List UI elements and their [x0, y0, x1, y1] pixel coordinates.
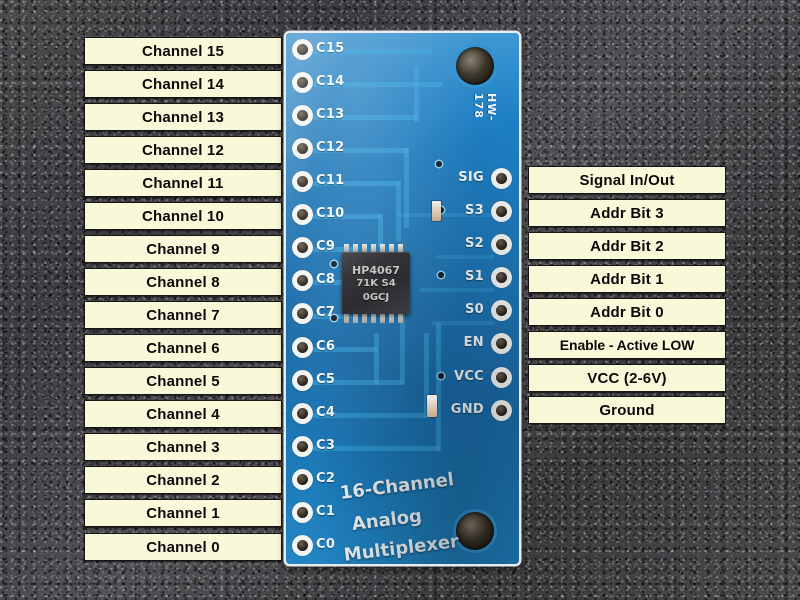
right-label-addr-bit-1: Addr Bit 1 [528, 265, 726, 293]
pad-en[interactable] [491, 333, 512, 354]
right-label-vcc: VCC (2-6V) [528, 364, 726, 392]
left-label-channel-13: Channel 13 [84, 103, 282, 131]
left-label-channel-15: Channel 15 [84, 37, 282, 65]
pin-label-s2: S2 [464, 236, 484, 251]
pin-label-c6: C6 [316, 339, 336, 354]
mounting-hole-top [456, 47, 494, 85]
right-label-ground: Ground [528, 396, 726, 424]
left-label-channel-12: Channel 12 [84, 136, 282, 164]
right-label-addr-bit-2: Addr Bit 2 [528, 232, 726, 260]
pin-label-c10: C10 [316, 206, 345, 221]
pin-label-c11: C11 [316, 173, 345, 188]
pin-label-s0: S0 [464, 302, 484, 317]
pad-c7[interactable] [292, 303, 313, 324]
pinout-diagram: Channel 15 Channel 14 Channel 13 Channel… [0, 0, 800, 600]
left-label-channel-6: Channel 6 [84, 334, 282, 362]
ic-marking-line1: HP4067 [352, 264, 400, 277]
pin-label-c3: C3 [316, 438, 336, 453]
pin-label-c12: C12 [316, 140, 345, 155]
pin-label-s1: S1 [464, 269, 484, 284]
pcb-board: HW-178 C15 C14 C13 C12 C11 C10 C9 C8 C7 … [286, 33, 519, 564]
pin-label-c5: C5 [316, 372, 336, 387]
board-id-silkscreen: HW-178 [472, 93, 498, 122]
pad-c0[interactable] [292, 535, 313, 556]
silkscreen-title-line2: Analog [350, 505, 424, 535]
ic-marking-line3: 0GCJ [362, 292, 390, 303]
silkscreen-title-line3: Multiplexer [342, 530, 461, 564]
pin-label-en: EN [463, 335, 484, 350]
pin-label-c0: C0 [316, 537, 336, 552]
left-label-channel-9: Channel 9 [84, 235, 282, 263]
pin-label-c2: C2 [316, 471, 336, 486]
left-label-channel-11: Channel 11 [84, 169, 282, 197]
pin-label-c1: C1 [316, 504, 336, 519]
pin-label-c14: C14 [316, 74, 345, 89]
left-label-channel-8: Channel 8 [84, 268, 282, 296]
pin-label-c8: C8 [316, 272, 336, 287]
via-vcc [438, 373, 444, 379]
right-label-addr-bit-3: Addr Bit 3 [528, 199, 726, 227]
via-lower [331, 315, 337, 321]
pad-c12[interactable] [292, 138, 313, 159]
pin-label-s3: S3 [464, 203, 484, 218]
pad-s2[interactable] [491, 234, 512, 255]
pad-c13[interactable] [292, 105, 313, 126]
via-upper [331, 261, 337, 267]
left-label-channel-0: Channel 0 [84, 533, 282, 561]
pad-c9[interactable] [292, 237, 313, 258]
pad-c8[interactable] [292, 270, 313, 291]
pad-c11[interactable] [292, 171, 313, 192]
left-label-channel-7: Channel 7 [84, 301, 282, 329]
via-right [438, 272, 444, 278]
pad-c10[interactable] [292, 204, 313, 225]
pin-label-gnd: GND [450, 402, 484, 417]
pad-s0[interactable] [491, 300, 512, 321]
via-sig [436, 161, 442, 167]
pad-gnd[interactable] [491, 400, 512, 421]
pin-label-c15: C15 [316, 41, 345, 56]
pin-label-sig: SIG [458, 170, 484, 185]
left-label-channel-1: Channel 1 [84, 499, 282, 527]
pad-s1[interactable] [491, 267, 512, 288]
pad-c15[interactable] [292, 39, 313, 60]
left-label-channel-14: Channel 14 [84, 70, 282, 98]
pad-c14[interactable] [292, 72, 313, 93]
pad-c6[interactable] [292, 337, 313, 358]
pad-c2[interactable] [292, 469, 313, 490]
pin-label-c9: C9 [316, 239, 336, 254]
pad-c4[interactable] [292, 403, 313, 424]
left-label-channel-3: Channel 3 [84, 433, 282, 461]
ic-marking-line2: 71K S4 [356, 278, 396, 289]
right-label-enable: Enable - Active LOW [528, 331, 726, 359]
pad-c3[interactable] [292, 436, 313, 457]
pad-sig[interactable] [491, 168, 512, 189]
mounting-hole-bottom [456, 512, 494, 550]
pin-label-c4: C4 [316, 405, 336, 420]
pad-c1[interactable] [292, 502, 313, 523]
smd-resistor-top [432, 201, 441, 221]
left-label-channel-4: Channel 4 [84, 400, 282, 428]
pad-s3[interactable] [491, 201, 512, 222]
smd-resistor-bottom [427, 395, 437, 417]
pad-c5[interactable] [292, 370, 313, 391]
left-label-channel-2: Channel 2 [84, 466, 282, 494]
silkscreen-title-line1: 16-Channel [338, 469, 456, 504]
left-label-channel-5: Channel 5 [84, 367, 282, 395]
pad-vcc[interactable] [491, 367, 512, 388]
multiplexer-ic: HP4067 71K S4 0GCJ [342, 252, 410, 314]
right-label-addr-bit-0: Addr Bit 0 [528, 298, 726, 326]
pin-label-c13: C13 [316, 107, 345, 122]
left-label-channel-10: Channel 10 [84, 202, 282, 230]
right-label-signal: Signal In/Out [528, 166, 726, 194]
